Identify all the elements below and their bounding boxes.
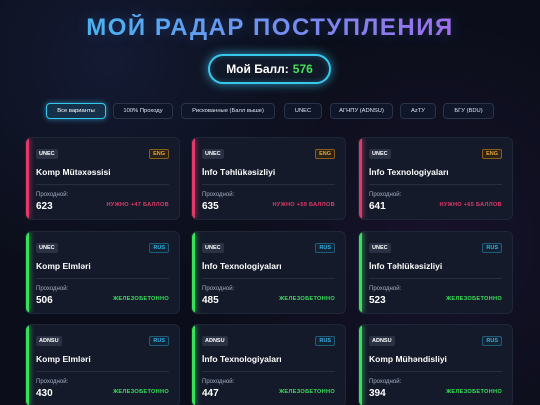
admission-status: ЖЕЛЕЗОБЕТОННО — [113, 296, 169, 302]
card-divider — [36, 184, 169, 185]
passing-score-label: Проходной: — [202, 379, 235, 385]
university-badge: UNEC — [36, 149, 58, 159]
filter-aztu[interactable]: AzTУ — [400, 103, 436, 119]
filter-bdu[interactable]: БГУ (BDU) — [443, 103, 494, 119]
passing-score-value: 641 — [369, 201, 386, 212]
program-name: Komp Elmləri — [36, 261, 91, 271]
filter-unec[interactable]: UNEC — [284, 103, 322, 119]
program-name: İnfo Texnologiyaları — [202, 261, 282, 271]
passing-score-label: Проходной: — [369, 192, 402, 198]
admission-status: НУЖНО +59 БАЛЛОВ — [272, 202, 335, 208]
filter-adnsu[interactable]: АГНПУ (ADNSU) — [330, 103, 393, 119]
admission-status: ЖЕЛЕЗОБЕТОННО — [446, 296, 502, 302]
program-name: Komp Mütəxəssisi — [36, 167, 111, 177]
passing-score-value: 506 — [36, 295, 53, 306]
program-name: İnfo Təhlükəsizliyi — [369, 261, 443, 271]
admission-status: ЖЕЛЕЗОБЕТОННО — [279, 296, 335, 302]
passing-score-value: 623 — [36, 201, 53, 212]
language-badge: RUS — [315, 336, 335, 346]
passing-score-label: Проходной: — [369, 286, 402, 292]
passing-score-value: 635 — [202, 201, 219, 212]
admission-status: НУЖНО +47 БАЛЛОВ — [106, 202, 169, 208]
score-value: 576 — [292, 62, 313, 76]
admission-status: ЖЕЛЕЗОБЕТОННО — [279, 389, 335, 395]
language-badge: RUS — [149, 243, 169, 253]
card-divider — [36, 371, 169, 372]
language-badge: ENG — [482, 149, 502, 159]
passing-score-value: 523 — [369, 295, 386, 306]
passing-score-value: 394 — [369, 388, 386, 399]
university-badge: UNEC — [202, 243, 224, 253]
passing-score-value: 447 — [202, 388, 219, 399]
language-badge: RUS — [149, 336, 169, 346]
card-divider — [369, 184, 502, 185]
program-name: Komp Elmləri — [36, 354, 91, 364]
university-badge: ADNSU — [202, 336, 228, 346]
passing-score-label: Проходной: — [202, 286, 235, 292]
admission-status: ЖЕЛЕЗОБЕТОННО — [446, 389, 502, 395]
passing-score-value: 430 — [36, 388, 53, 399]
admission-status: ЖЕЛЕЗОБЕТОННО — [113, 389, 169, 395]
language-badge: ENG — [315, 149, 335, 159]
university-badge: UNEC — [369, 243, 391, 253]
language-badge: RUS — [315, 243, 335, 253]
program-name: İnfo Təhlükəsizliyi — [202, 167, 276, 177]
program-card[interactable]: UNEC RUS İnfo Təhlükəsizliyi Проходной: 523 Ж… — [358, 231, 513, 314]
passing-score-label: Проходной: — [202, 192, 235, 198]
my-score-badge: Мой Балл: 576 — [208, 54, 331, 84]
language-badge: RUS — [482, 336, 502, 346]
passing-score-label: Проходной: — [369, 379, 402, 385]
university-badge: UNEC — [369, 149, 391, 159]
card-divider — [369, 371, 502, 372]
program-name: Komp Mühəndisliyi — [369, 354, 447, 364]
program-card[interactable]: ADNSU RUS Komp Elmləri Проходной: 430 ЖЕЛЕЗОБ… — [25, 324, 180, 405]
university-badge: ADNSU — [369, 336, 395, 346]
card-divider — [202, 371, 335, 372]
language-badge: RUS — [482, 243, 502, 253]
program-card[interactable]: ADNSU RUS İnfo Texnologiyaları Проходной: 44… — [191, 324, 346, 405]
program-card[interactable]: UNEC RUS İnfo Texnologiyaları Проходной: 485… — [191, 231, 346, 314]
passing-score-label: Проходной: — [36, 192, 69, 198]
card-divider — [369, 278, 502, 279]
card-divider — [202, 184, 335, 185]
filter-all[interactable]: Все варианты — [46, 103, 106, 119]
program-name: İnfo Texnologiyaları — [202, 354, 282, 364]
filter-risky[interactable]: Рискованные (Балл выше) — [181, 103, 275, 119]
admission-status: НУЖНО +65 БАЛЛОВ — [439, 202, 502, 208]
program-name: İnfo Texnologiyaları — [369, 167, 449, 177]
passing-score-label: Проходной: — [36, 379, 69, 385]
university-badge: ADNSU — [36, 336, 62, 346]
program-card[interactable]: UNEC RUS Komp Elmləri Проходной: 506 ЖЕЛЕЗОБЕ… — [25, 231, 180, 314]
passing-score-value: 485 — [202, 295, 219, 306]
card-divider — [36, 278, 169, 279]
page-title: МОЙ РАДАР ПОСТУПЛЕНИЯ — [0, 14, 540, 42]
passing-score-label: Проходной: — [36, 286, 69, 292]
program-card[interactable]: ADNSU RUS Komp Mühəndisliyi Проходной: 394 ЖЕ… — [358, 324, 513, 405]
filter-100-percent[interactable]: 100% Проходу — [113, 103, 173, 119]
language-badge: ENG — [149, 149, 169, 159]
card-divider — [202, 278, 335, 279]
program-card[interactable]: UNEC ENG İnfo Texnologiyaları Проходной: 641… — [358, 137, 513, 220]
university-badge: UNEC — [202, 149, 224, 159]
score-label: Мой Балл: — [226, 62, 289, 76]
university-badge: UNEC — [36, 243, 58, 253]
program-card[interactable]: UNEC ENG İnfo Təhlükəsizliyi Проходной: 635 Н… — [191, 137, 346, 220]
program-card[interactable]: UNEC ENG Komp Mütəxəssisi Проходной: 623 НУЖН… — [25, 137, 180, 220]
